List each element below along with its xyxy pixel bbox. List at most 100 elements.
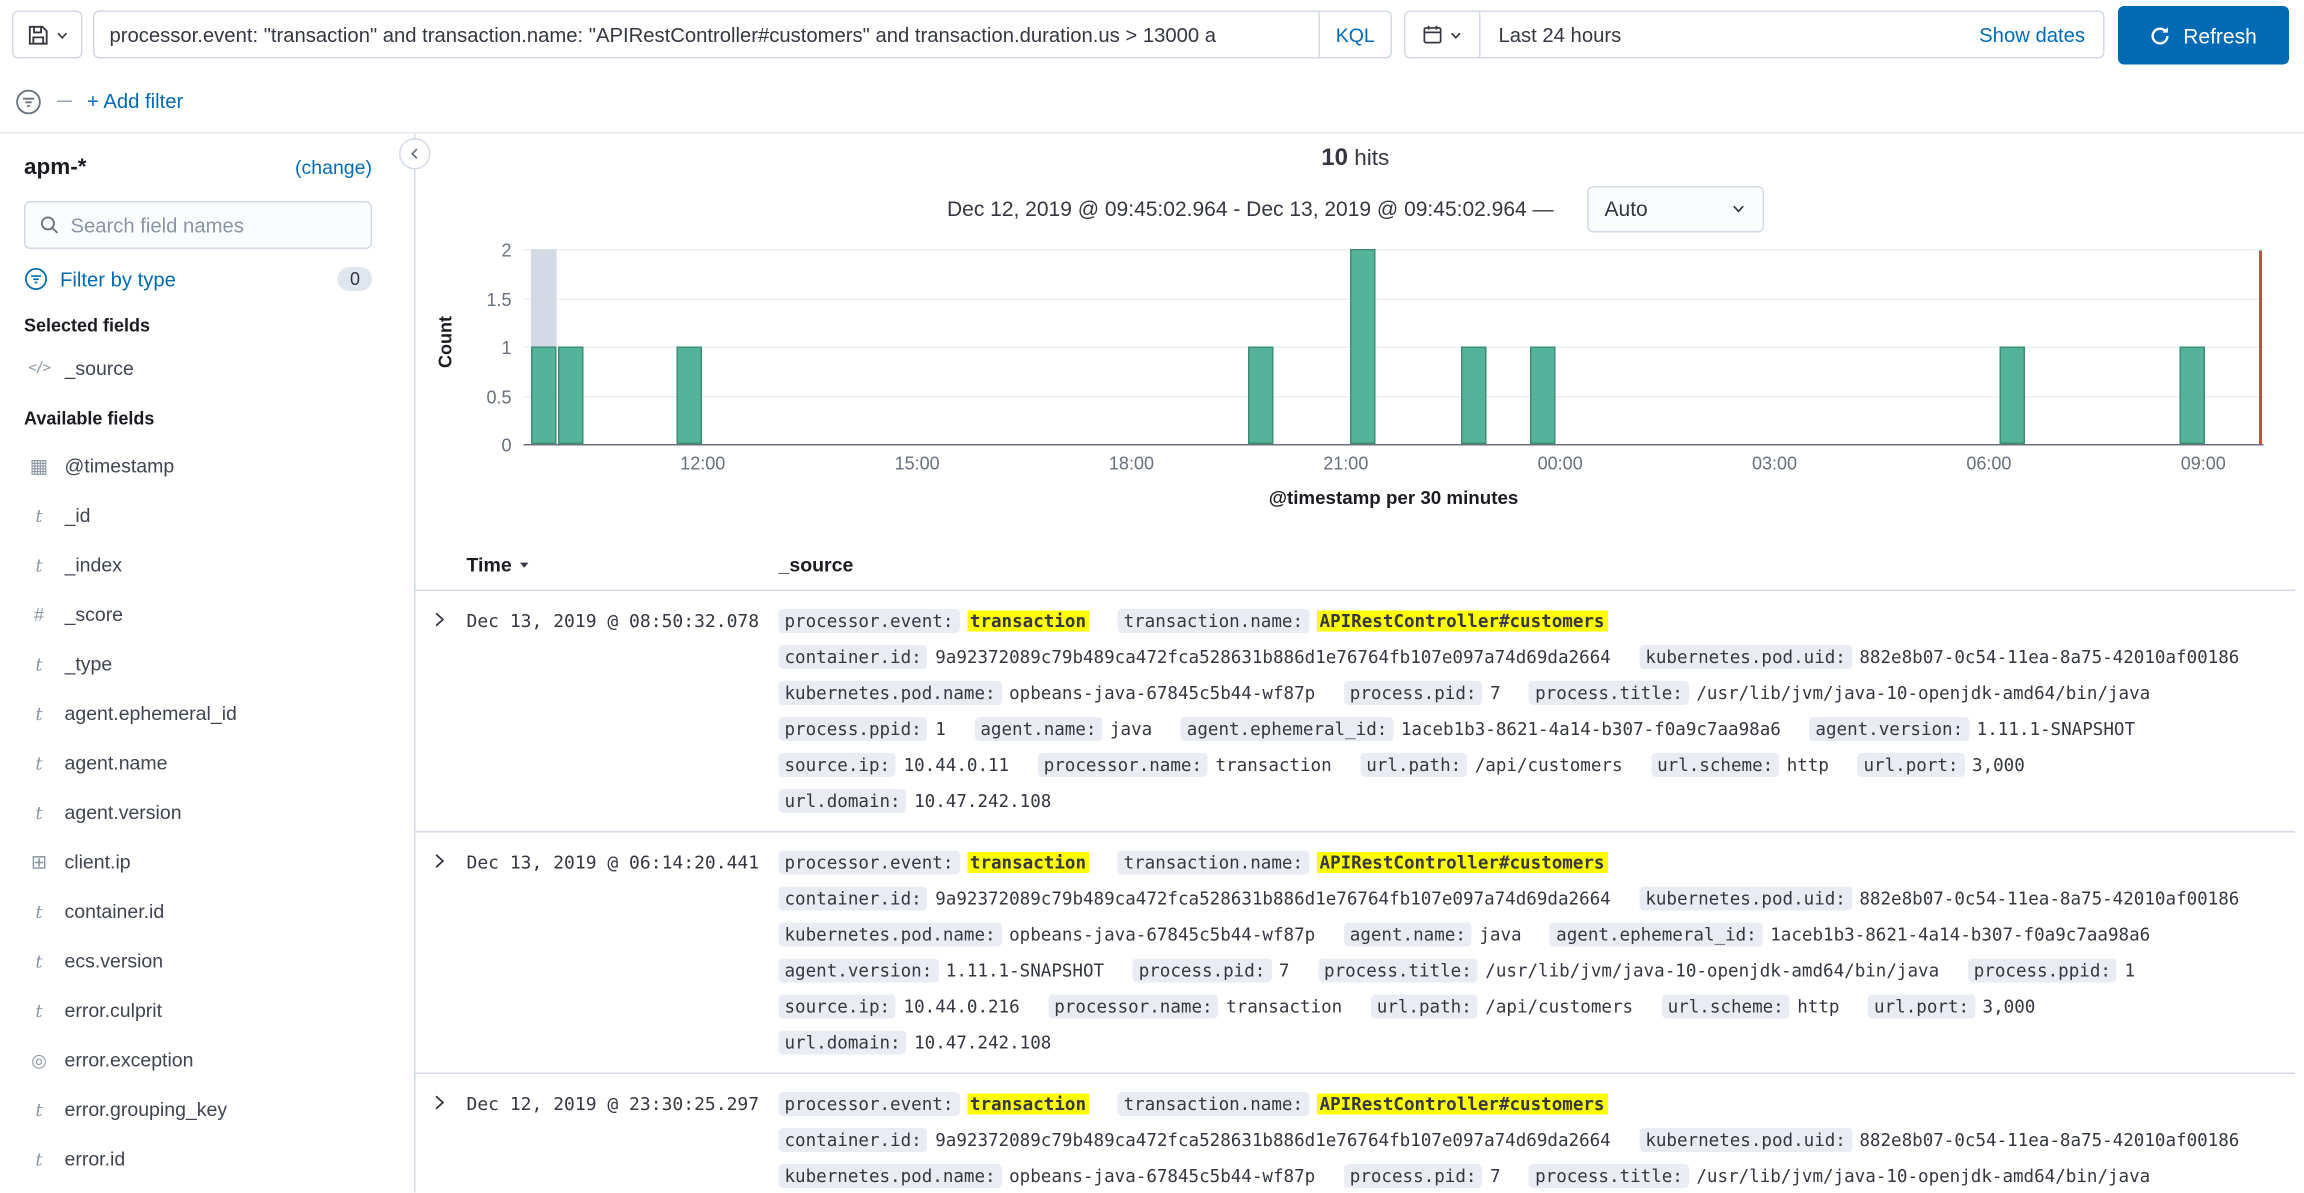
x-axis-label: @timestamp per 30 minutes — [524, 488, 2264, 509]
field-name-badge: process.ppid: — [1968, 959, 2117, 983]
histogram-bar[interactable] — [1461, 347, 1487, 445]
histogram-bar[interactable] — [2179, 347, 2205, 445]
field-item-error.culprit[interactable]: terror.culprit — [24, 986, 372, 1036]
field-value: opbeans-java-67845c5b44-wf87p — [1009, 924, 1315, 945]
show-dates-link[interactable]: Show dates — [1979, 23, 2085, 46]
filter-by-type-link[interactable]: Filter by type — [60, 268, 176, 291]
interval-value: Auto — [1605, 197, 1648, 221]
field-name-badge: processor.name: — [1038, 753, 1208, 777]
t-field-icon: t — [24, 505, 54, 526]
field-name-badge: process.title: — [1529, 681, 1689, 705]
collapse-sidebar-button[interactable] — [399, 138, 431, 170]
source-field-pair: agent.ephemeral_id:1aceb1b3-8621-4a14-b3… — [1181, 711, 1781, 747]
x-tick-label: 03:00 — [1752, 453, 1797, 474]
expand-row-button[interactable] — [428, 608, 452, 632]
save-query-button[interactable] — [12, 11, 83, 59]
calendar-dropdown-button[interactable] — [1406, 12, 1481, 57]
field-item-_id[interactable]: t_id — [24, 491, 372, 541]
field-value: opbeans-java-67845c5b44-wf87p — [1009, 1166, 1315, 1187]
source-field-pair: url.scheme:http — [1651, 747, 1829, 783]
field-value: opbeans-java-67845c5b44-wf87p — [1009, 683, 1315, 704]
field-value: 1aceb1b3-8621-4a14-b307-f0a9c7aa98a6 — [1401, 719, 1781, 740]
field-value: 882e8b07-0c54-11ea-8a75-42010af00186 — [1859, 647, 2239, 668]
field-item-_source[interactable]: </>_source — [24, 348, 372, 387]
chart-range-row: Dec 12, 2019 @ 09:45:02.964 - Dec 13, 20… — [416, 185, 2296, 233]
time-range-value[interactable]: Last 24 hours — [1499, 23, 1622, 46]
expand-row-button[interactable] — [428, 849, 452, 873]
t-field-icon: t — [24, 802, 54, 823]
field-name-badge: url.path: — [1360, 753, 1467, 777]
field-item-error.exception[interactable]: ◎error.exception — [24, 1035, 372, 1085]
field-value: 10.44.0.11 — [904, 755, 1010, 776]
field-name-badge: agent.ephemeral_id: — [1550, 923, 1763, 947]
field-value: 3,000 — [1983, 996, 2036, 1017]
filter-divider — [57, 101, 72, 103]
field-name-badge: container.id: — [779, 1128, 928, 1152]
chevron-left-icon — [408, 147, 422, 161]
histogram-bar[interactable] — [2000, 347, 2026, 445]
histogram-bar[interactable] — [1248, 347, 1274, 445]
time-column-header[interactable]: Time — [467, 554, 779, 577]
chevron-down-icon — [1449, 28, 1463, 42]
refresh-button[interactable]: Refresh — [2118, 6, 2289, 65]
refresh-icon — [2150, 25, 2171, 46]
doc-source: processor.event:transaction transaction.… — [779, 1086, 2296, 1193]
source-field-pair: kubernetes.pod.name:opbeans-java-67845c5… — [779, 917, 1316, 953]
histogram-plot[interactable] — [524, 251, 2264, 446]
field-item-agent.name[interactable]: tagent.name — [24, 738, 372, 788]
field-name-badge: container.id: — [779, 645, 928, 669]
field-name-label: ecs.version — [65, 950, 164, 973]
field-value: http — [1797, 996, 1839, 1017]
source-field-pair: url.path:/api/customers — [1360, 747, 1622, 783]
source-field-pair: agent.name:java — [974, 711, 1152, 747]
interval-select[interactable]: Auto — [1587, 185, 1764, 232]
source-field-pair: agent.version:1.11.1-SNAPSHOT — [779, 953, 1105, 989]
field-value: 9a92372089c79b489ca472fca528631b886d1e76… — [935, 647, 1611, 668]
field-item-_type[interactable]: t_type — [24, 639, 372, 689]
field-name-label: _index — [65, 554, 122, 577]
query-input[interactable]: processor.event: "transaction" and trans… — [95, 23, 1319, 46]
y-tick-label: 1 — [501, 338, 511, 359]
expand-row-button[interactable] — [428, 1091, 452, 1115]
field-item-ecs.version[interactable]: tecs.version — [24, 936, 372, 986]
add-filter-link[interactable]: + Add filter — [87, 90, 183, 113]
t-field-icon: t — [24, 752, 54, 773]
change-index-pattern-link[interactable]: (change) — [295, 156, 372, 179]
histogram-bar[interactable] — [558, 347, 584, 445]
field-name-badge: kubernetes.pod.name: — [779, 681, 1002, 705]
source-field-pair: url.domain:10.47.242.108 — [779, 1025, 1052, 1061]
source-field-pair: process.ppid:1 — [779, 711, 946, 747]
source-field-pair: process.pid:7 — [1344, 675, 1501, 711]
field-value: 1.11.1-SNAPSHOT — [1977, 719, 2135, 740]
field-item-client.ip[interactable]: ⊞client.ip — [24, 837, 372, 887]
x-tick-label: 18:00 — [1109, 453, 1154, 474]
filter-settings-icon[interactable] — [15, 88, 42, 115]
histogram-bar[interactable] — [676, 347, 702, 445]
main-panel: 10 hits Dec 12, 2019 @ 09:45:02.964 - De… — [414, 134, 2295, 1193]
field-search-input[interactable] — [71, 214, 358, 237]
field-item-agent.version[interactable]: tagent.version — [24, 788, 372, 838]
field-item-container.id[interactable]: tcontainer.id — [24, 887, 372, 937]
kql-language-selector[interactable]: KQL — [1319, 12, 1391, 57]
search-icon — [39, 215, 60, 236]
filter-bar: + Add filter — [0, 71, 2304, 134]
index-pattern-title: apm-* — [24, 155, 87, 181]
field-item-_score[interactable]: #_score — [24, 590, 372, 640]
histogram-bar[interactable] — [1530, 347, 1556, 445]
source-field-pair: kubernetes.pod.name: opbeans-java-67845c5… — [779, 675, 1316, 711]
histogram-bar[interactable] — [531, 347, 557, 445]
field-item-error.grouping_key[interactable]: terror.grouping_key — [24, 1085, 372, 1135]
field-item-agent.ephemeral_id[interactable]: tagent.ephemeral_id — [24, 689, 372, 739]
histogram-bar[interactable] — [1349, 249, 1375, 444]
field-item-@timestamp[interactable]: ▦@timestamp — [24, 441, 372, 491]
field-name-label: error.grouping_key — [65, 1098, 228, 1121]
source-field-pair: url.port:3,000 — [1868, 989, 2035, 1025]
doc-timestamp: Dec 12, 2019 @ 23:30:25.297 — [467, 1086, 779, 1193]
field-item-_index[interactable]: t_index — [24, 540, 372, 590]
field-item-error.id[interactable]: terror.id — [24, 1134, 372, 1184]
x-tick-label: 21:00 — [1323, 453, 1368, 474]
doc-source: processor.event:transaction transaction.… — [779, 603, 2296, 819]
field-name-badge: agent.name: — [974, 717, 1102, 741]
field-value: 1 — [935, 719, 946, 740]
time-range-display[interactable]: Last 24 hours Show dates — [1481, 23, 2104, 46]
